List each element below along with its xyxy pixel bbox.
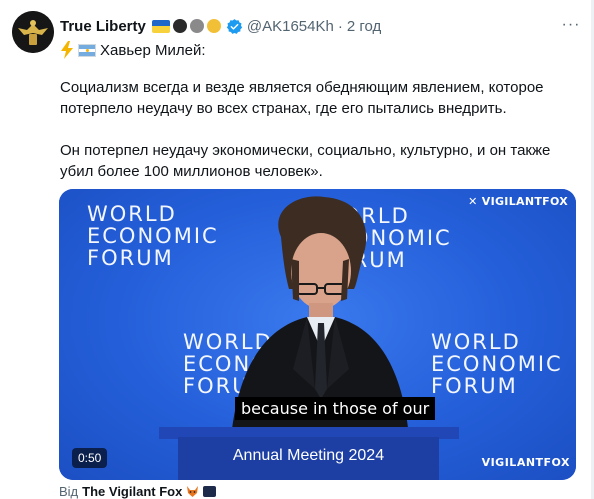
avatar[interactable] [12,11,54,53]
flag-ar-icon [78,43,96,57]
video-player[interactable]: WORLD ECONOMIC FORUM WORLD ECONOMIC FORUM WO… [59,189,576,480]
user-handle[interactable]: @AK1654Kh [247,18,334,35]
tweet-paragraph-1: Социализм всегда и везде является обедня… [60,79,544,117]
gray-circle-icon [189,19,204,33]
verified-badge-icon [226,18,243,34]
from-prefix: Від [59,484,79,499]
video-duration-badge: 0:50 [72,448,108,468]
podium: Annual Meeting 2024 [178,437,439,480]
flag-ua-icon [151,19,170,33]
source-attribution: Від The Vigilant Fox [59,484,217,499]
profile-badges [151,18,243,35]
podium-text: Annual Meeting 2024 [232,447,385,464]
separator: · [337,17,343,35]
intro-line: Хавьер Милей: [60,40,206,60]
dark-circle-icon [172,19,187,33]
fox-icon [187,486,199,497]
video-bottom-watermark: VIGILANTFOX [481,456,570,469]
tweet: True Liberty @AK1654Kh · 2 год ··· Хавье… [0,0,594,499]
source-account-link[interactable]: The Vigilant Fox [82,484,182,499]
display-name[interactable]: True Liberty [60,18,146,35]
more-icon: ··· [561,16,581,33]
intro-text: Хавьер Милей: [100,41,206,59]
video-watermark: ✕ VIGILANTFOX [468,195,568,208]
timestamp[interactable]: 2 год [347,18,381,35]
tweet-header: True Liberty @AK1654Kh · 2 год [60,16,381,36]
tweet-paragraph-2: Он потерпел неудачу экономически, социал… [60,142,551,180]
eagle-emblem-icon [12,11,54,53]
gold-circle-icon [206,19,221,33]
badge-icon [203,486,217,497]
more-button[interactable]: ··· [560,14,582,36]
video-caption: because in those of our [235,397,436,420]
wef-logo: WORLD ECONOMIC FORUM [431,330,563,398]
lightning-icon [61,41,73,59]
